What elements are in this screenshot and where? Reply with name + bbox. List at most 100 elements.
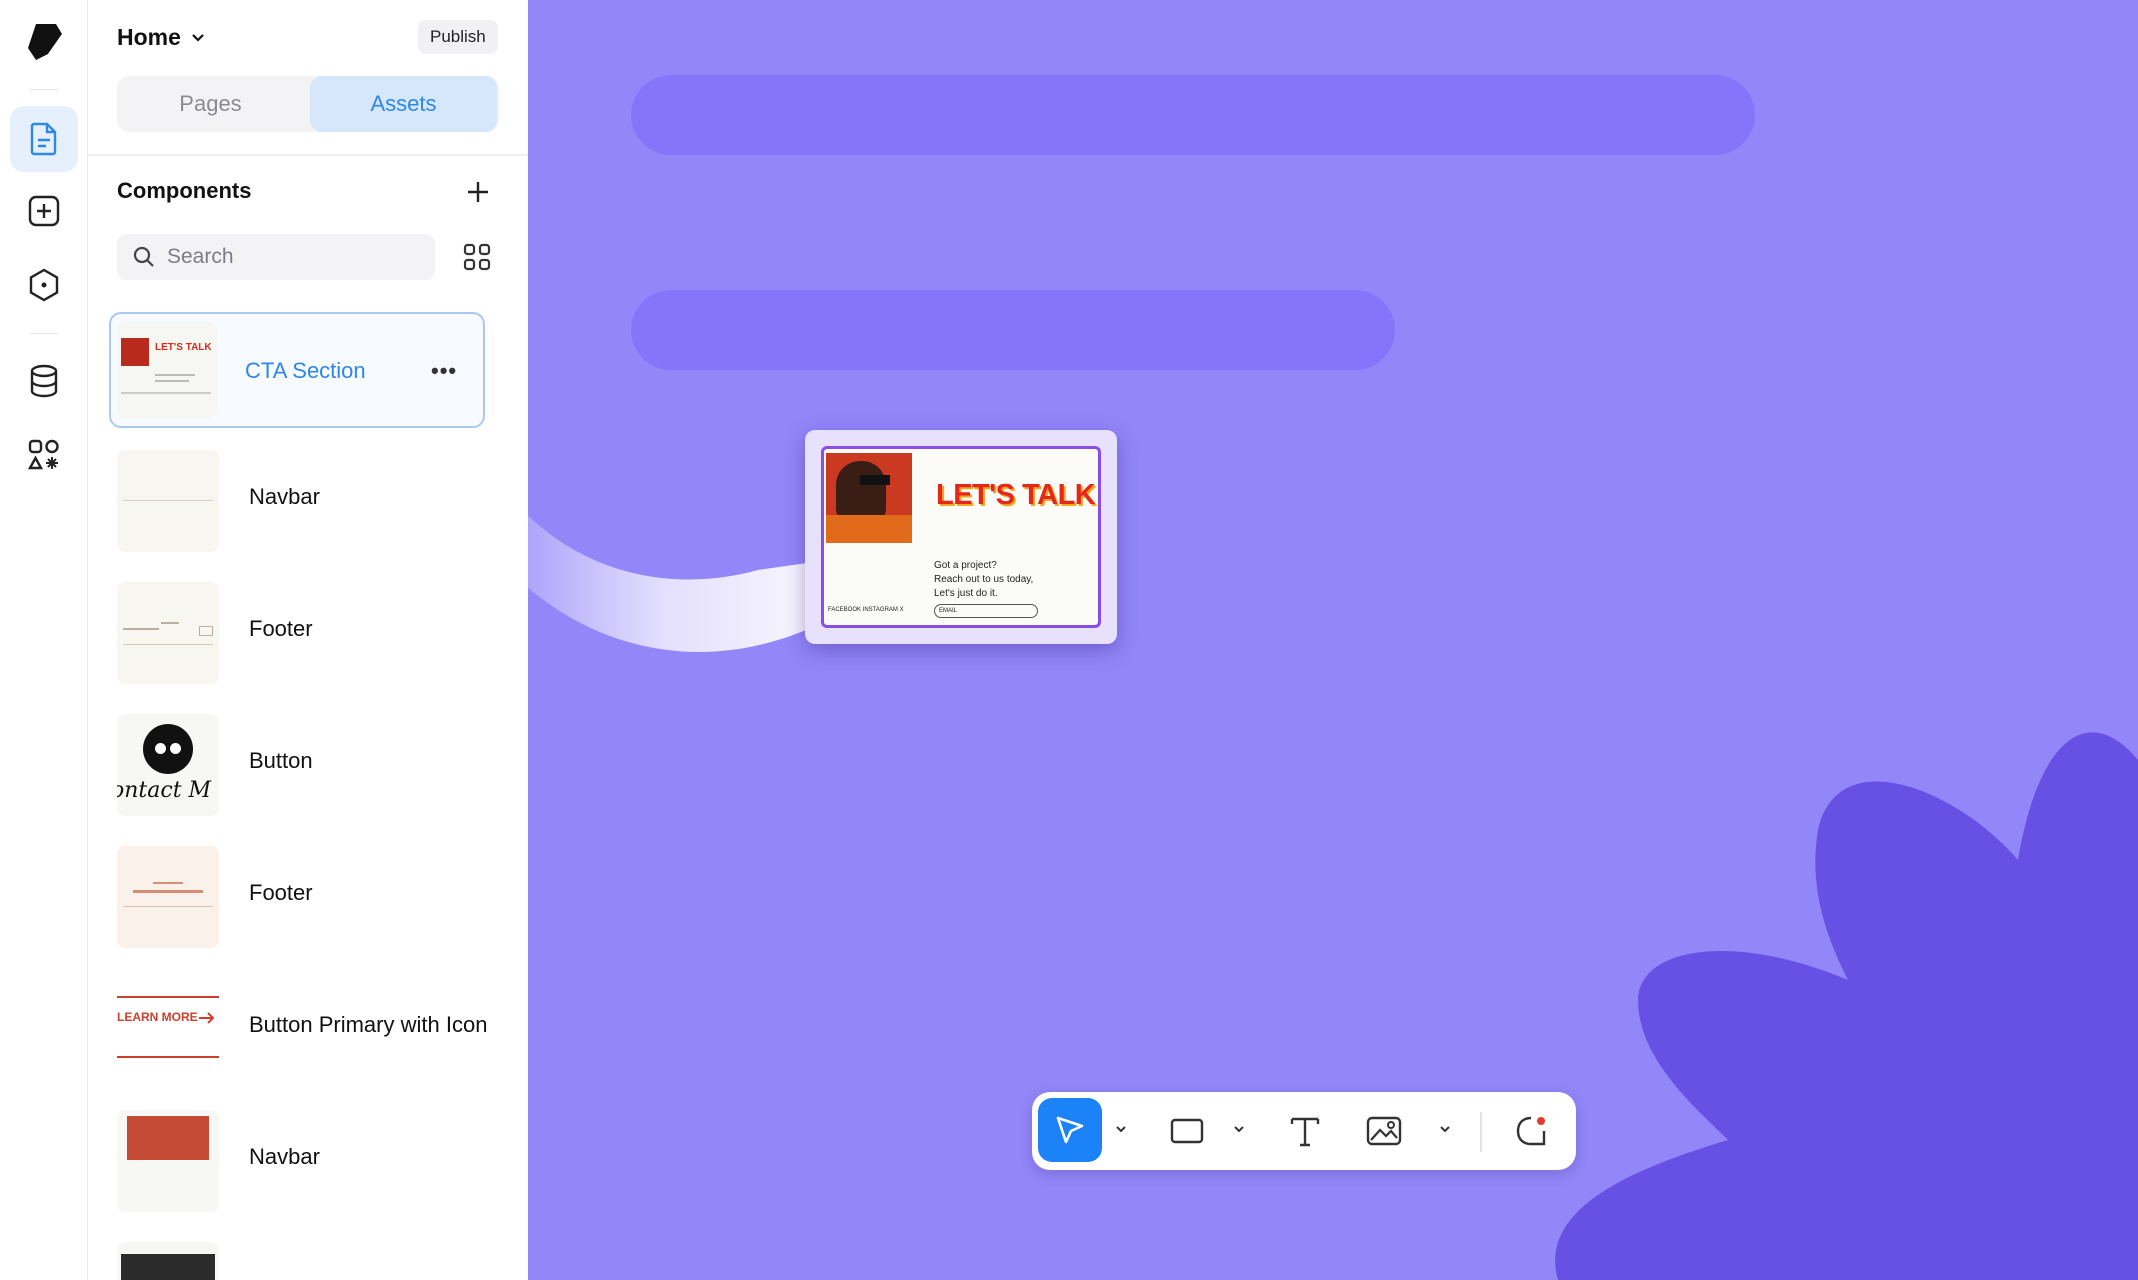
pages-rail-button[interactable] [10, 106, 78, 172]
component-thumbnail [117, 1242, 219, 1280]
component-item-button-primary[interactable]: LEARN MORE Button Primary with Icon [109, 968, 488, 1080]
cta-section-preview: LET'S TALK Got a project? Reach out to u… [821, 446, 1101, 628]
image-icon[interactable] [1366, 1114, 1402, 1148]
thumbnail-line [117, 996, 219, 998]
drag-preview-card[interactable]: LET'S TALK Got a project? Reach out to u… [805, 430, 1117, 644]
preview-copy-line: Reach out to us today, [934, 574, 1034, 585]
component-label: CTA Section [245, 358, 366, 383]
thumbnail-line [155, 380, 189, 382]
thumbnail-dot-button [143, 724, 193, 774]
thumbnail-line [123, 906, 213, 907]
page-icon [30, 122, 57, 156]
design-canvas[interactable]: LET'S TALK Got a project? Reach out to u… [528, 0, 2138, 1280]
thumbnail-line [121, 392, 211, 394]
component-label: Button [249, 748, 313, 773]
logo-icon[interactable] [22, 20, 66, 64]
component-label: Button Primary with Icon [249, 1012, 488, 1037]
search-icon [133, 246, 154, 267]
preview-copy-line: Got a project? [934, 560, 997, 571]
tab-assets[interactable]: Assets [310, 76, 497, 132]
text-icon[interactable] [1288, 1114, 1322, 1148]
assets-panel: Home Publish Pages Assets Components LET… [88, 0, 528, 1280]
publish-button[interactable]: Publish [418, 20, 498, 54]
rail-divider [30, 333, 58, 334]
apps-rail-button[interactable] [10, 422, 78, 488]
thumbnail-line [133, 890, 203, 893]
apps-icon [27, 439, 59, 470]
bottom-toolbar [1032, 1092, 1576, 1170]
rail-divider [30, 89, 58, 90]
component-thumbnail [117, 582, 219, 684]
toolbar-divider [1480, 1112, 1482, 1152]
thumbnail-image [121, 338, 149, 366]
add-icon [28, 195, 60, 227]
thumbnail-line [123, 500, 213, 501]
preview-photo-glasses [860, 475, 890, 485]
component-item-navbar-2[interactable]: Navbar [109, 1100, 485, 1212]
thumbnail-line [161, 622, 179, 624]
component-label: Footer [249, 616, 313, 641]
component-item-partial[interactable] [109, 1232, 485, 1280]
chevron-down-icon[interactable] [1114, 1124, 1128, 1134]
search-field[interactable] [117, 234, 435, 280]
component-thumbnail [117, 450, 219, 552]
preview-photo-shade [826, 515, 912, 543]
thumbnail-box [199, 626, 213, 636]
chevron-down-icon[interactable] [1438, 1124, 1452, 1134]
component-item-cta-section[interactable]: LET'S TALK CTA Section ••• [109, 312, 485, 428]
page-selector[interactable]: Home [117, 24, 205, 51]
cms-rail-button[interactable] [10, 348, 78, 414]
component-item-navbar[interactable]: Navbar [109, 440, 485, 552]
thumbnail-line [123, 628, 159, 630]
thumbnail-line [117, 1056, 219, 1058]
component-item-footer-2[interactable]: Footer [109, 836, 485, 948]
thumbnail-dot [155, 743, 166, 754]
chevron-down-icon [192, 33, 204, 42]
thumbnail-text: LEARN MORE [117, 1010, 198, 1024]
component-item-footer[interactable]: Footer [109, 572, 485, 684]
thumbnail-image [127, 1116, 209, 1160]
preview-copy: Got a project? Reach out to us today, Le… [934, 559, 1084, 601]
thumbnail-text: ontact M [117, 778, 212, 803]
component-thumbnail [117, 846, 219, 948]
drag-trail [528, 515, 828, 652]
component-thumbnail: LEARN MORE [117, 978, 219, 1080]
grid-view-icon[interactable] [462, 242, 492, 272]
preview-photo [826, 453, 912, 543]
thumbnail-line [123, 644, 213, 645]
component-thumbnail: LET'S TALK [117, 322, 217, 418]
cursor-icon [1056, 1116, 1084, 1144]
thumbnail-image [121, 1254, 215, 1280]
chevron-down-icon[interactable] [1232, 1124, 1246, 1134]
components-heading: Components [117, 178, 252, 203]
preview-title: LET'S TALK [936, 479, 1096, 511]
thumbnail-dot [170, 743, 181, 754]
database-icon [30, 364, 58, 398]
preview-footer-links: FACEBOOK INSTAGRAM X [828, 607, 904, 613]
component-thumbnail [117, 1110, 219, 1212]
components-rail-button[interactable] [10, 252, 78, 318]
thumbnail-title: LET'S TALK [155, 342, 212, 353]
comment-icon[interactable] [1514, 1114, 1548, 1148]
search-input[interactable] [167, 245, 417, 269]
insert-rail-button[interactable] [10, 178, 78, 244]
component-label: Footer [249, 880, 313, 905]
component-thumbnail: ontact M [117, 714, 219, 816]
canvas-decor [528, 515, 2138, 1280]
more-options-icon[interactable]: ••• [431, 358, 457, 384]
component-label: Navbar [249, 484, 320, 509]
preview-email-field: EMAIL [934, 604, 1038, 618]
tab-pages[interactable]: Pages [117, 76, 304, 132]
thumbnail-line [153, 882, 183, 884]
flower-shape [1555, 732, 2138, 1280]
panel-tabs: Pages Assets [117, 76, 499, 132]
page-title: Home [117, 24, 181, 50]
preview-copy-line: Let's just do it. [934, 588, 998, 599]
component-icon [29, 268, 59, 302]
panel-divider [88, 154, 528, 156]
arrow-right-icon [199, 1012, 215, 1024]
select-tool-button[interactable] [1038, 1098, 1102, 1162]
component-item-button[interactable]: ontact M Button [109, 704, 485, 816]
add-component-icon[interactable] [462, 176, 494, 208]
rectangle-icon[interactable] [1170, 1116, 1204, 1146]
